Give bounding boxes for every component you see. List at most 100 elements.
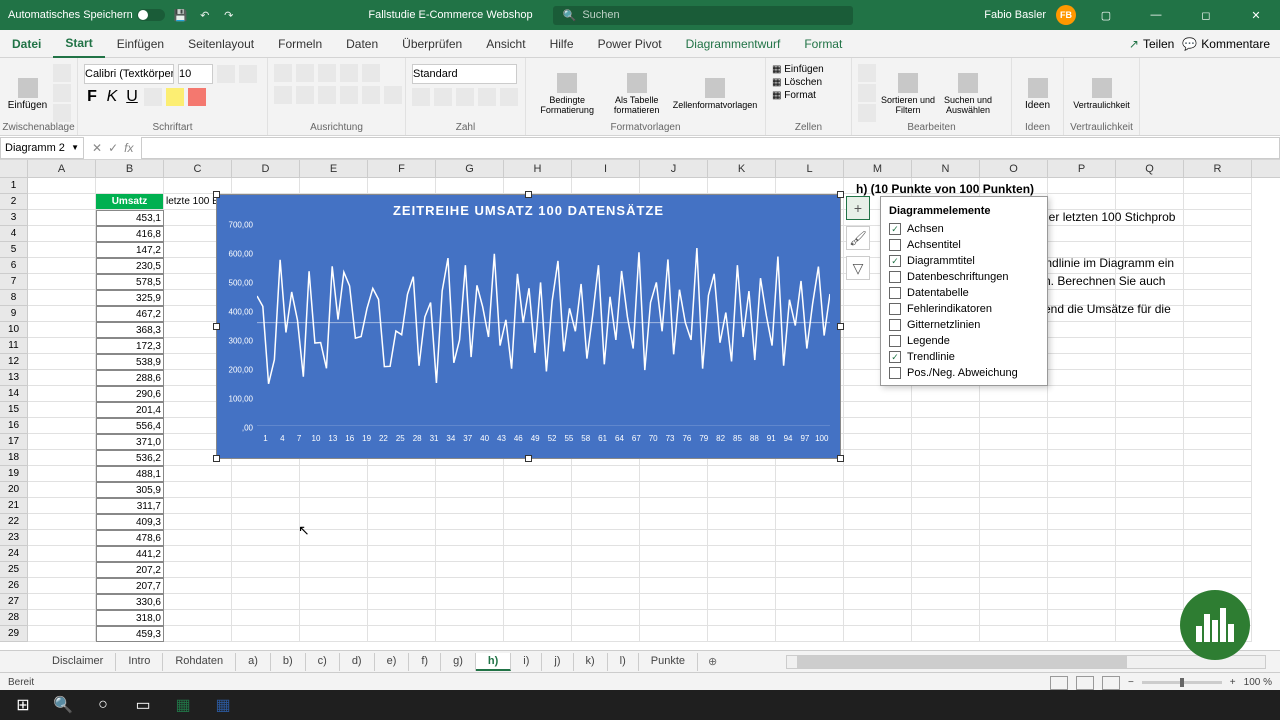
cell[interactable] [368,610,436,626]
cell[interactable] [96,178,164,194]
cell[interactable] [640,466,708,482]
cell[interactable]: 172,3 [96,338,164,354]
cell[interactable] [912,386,980,402]
cell[interactable] [844,578,912,594]
zoom-in-button[interactable]: + [1230,677,1236,688]
cell[interactable] [844,466,912,482]
underline-button[interactable]: U [124,88,140,106]
column-header[interactable]: Q [1116,160,1184,177]
cell[interactable]: 453,1 [96,210,164,226]
flyout-item[interactable]: Achsentitel [881,237,1047,253]
cell[interactable] [1048,418,1116,434]
maximize-button[interactable]: ◻ [1186,0,1226,30]
cell[interactable] [572,514,640,530]
cell[interactable] [844,594,912,610]
sheet-tab[interactable]: Intro [116,653,163,671]
comma-icon[interactable] [456,88,474,106]
cell[interactable] [232,578,300,594]
number-format-select[interactable] [412,64,517,84]
row-header[interactable]: 16 [0,418,28,434]
cell[interactable] [844,530,912,546]
cell[interactable]: 325,9 [96,290,164,306]
cell[interactable] [232,610,300,626]
cell[interactable] [164,610,232,626]
shrink-font-icon[interactable] [239,65,257,83]
cell[interactable] [708,578,776,594]
cell[interactable] [1048,354,1116,370]
paste-button[interactable]: Einfügen [6,64,49,124]
flyout-item[interactable]: ✓Achsen [881,221,1047,237]
cell[interactable] [980,530,1048,546]
cell[interactable] [1184,530,1252,546]
cell[interactable] [912,530,980,546]
cell[interactable] [844,514,912,530]
tab-format[interactable]: Format [792,30,854,58]
cell[interactable] [28,370,96,386]
cell[interactable] [300,610,368,626]
cell[interactable] [28,178,96,194]
page-break-view-button[interactable] [1102,676,1120,690]
merge-icon[interactable] [384,86,402,104]
cell[interactable] [912,594,980,610]
row-header[interactable]: 9 [0,306,28,322]
cell[interactable] [232,498,300,514]
cell[interactable]: 416,8 [96,226,164,242]
cell[interactable] [28,466,96,482]
cell[interactable] [164,626,232,642]
cell[interactable] [640,578,708,594]
cell[interactable] [504,610,572,626]
cell[interactable] [232,546,300,562]
cell[interactable] [1184,418,1252,434]
cell[interactable] [980,466,1048,482]
format-table-button[interactable]: Als Tabelle formatieren [606,64,667,124]
cell[interactable] [504,626,572,642]
cell[interactable]: 578,5 [96,274,164,290]
tab-data[interactable]: Daten [334,30,390,58]
cell[interactable] [28,386,96,402]
chart-elements-button[interactable]: + [846,196,870,220]
cell[interactable] [28,434,96,450]
user-avatar[interactable]: FB [1056,5,1076,25]
flyout-item[interactable]: Pos./Neg. Abweichung [881,365,1047,381]
cell[interactable] [1116,498,1184,514]
share-button[interactable]: ↗Teilen [1129,37,1174,51]
fill-color-button[interactable] [166,88,184,106]
cell[interactable] [28,306,96,322]
cell[interactable] [436,498,504,514]
cell[interactable]: 409,3 [96,514,164,530]
cell[interactable]: 478,6 [96,530,164,546]
cell[interactable] [368,466,436,482]
autosum-icon[interactable] [858,64,876,82]
cell[interactable] [1116,402,1184,418]
sheet-tab[interactable]: Punkte [639,653,698,671]
cell[interactable] [640,514,708,530]
checkbox[interactable] [889,319,901,331]
row-header[interactable]: 24 [0,546,28,562]
cell[interactable] [232,626,300,642]
cell[interactable] [368,578,436,594]
tab-pagelayout[interactable]: Seitenlayout [176,30,266,58]
cell[interactable] [28,194,96,210]
cell[interactable] [164,466,232,482]
checkbox[interactable] [889,367,901,379]
cell[interactable] [1116,562,1184,578]
cell[interactable] [504,546,572,562]
cell[interactable] [572,626,640,642]
checkbox[interactable] [889,287,901,299]
column-header[interactable]: H [504,160,572,177]
column-header[interactable]: E [300,160,368,177]
cell[interactable]: 556,4 [96,418,164,434]
delete-cells-button[interactable]: ▦ Löschen [772,77,824,88]
cell[interactable] [436,578,504,594]
cell[interactable] [844,434,912,450]
cell[interactable] [980,562,1048,578]
cell[interactable] [1116,370,1184,386]
cell[interactable] [232,594,300,610]
sheet-tab[interactable]: a) [236,653,271,671]
cell[interactable] [1184,450,1252,466]
cell[interactable] [980,498,1048,514]
find-select-button[interactable]: Suchen und Auswählen [940,64,996,124]
save-icon[interactable]: 💾 [173,7,189,23]
checkbox[interactable] [889,303,901,315]
zoom-out-button[interactable]: − [1128,677,1134,688]
